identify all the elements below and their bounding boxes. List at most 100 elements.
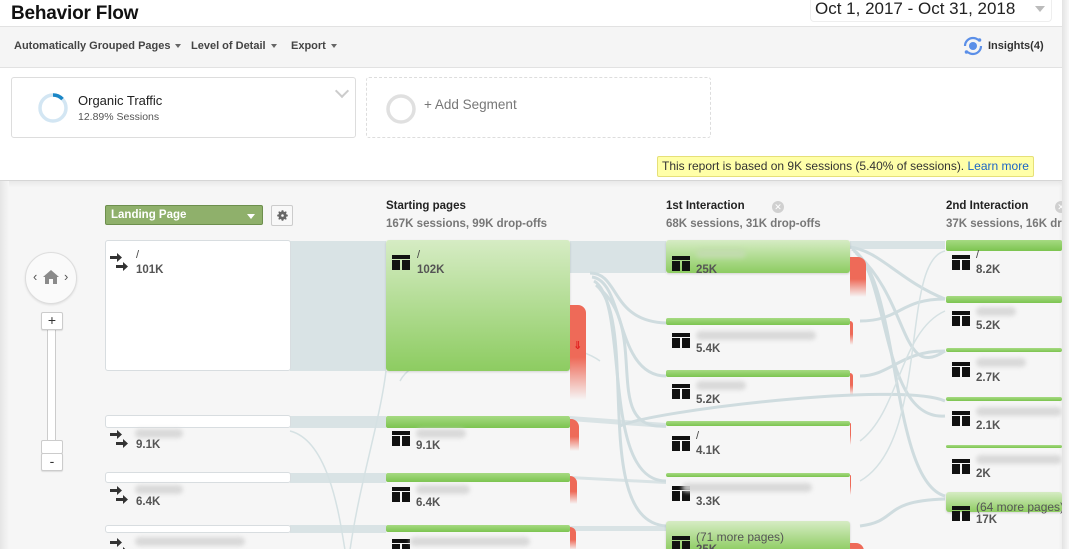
link-curve [859, 497, 946, 528]
starting-page-node[interactable] [386, 473, 570, 482]
page-title: Behavior Flow [11, 3, 139, 24]
interaction-1-value: 25K [696, 264, 718, 276]
landing-arrows-icon [110, 486, 128, 504]
redacted-page-name [416, 485, 470, 494]
segment-menu-chevron-icon[interactable] [334, 83, 350, 99]
toolbar: Automatically Grouped Pages Level of Det… [0, 26, 1062, 68]
dropoff-bar[interactable] [850, 373, 853, 395]
grouping-menu[interactable]: Automatically Grouped Pages [14, 40, 182, 52]
page-icon [672, 436, 690, 451]
interaction-2-node[interactable] [946, 348, 1062, 352]
link-start-to-int1-6 [570, 526, 666, 531]
dropoff-bar[interactable] [850, 475, 851, 495]
landing-node[interactable] [105, 415, 291, 428]
starting-page-value: 9.1K [416, 440, 441, 452]
interaction-1-node[interactable] [666, 473, 850, 477]
redacted-page-name [416, 429, 466, 438]
dropoff-bar[interactable] [570, 305, 586, 400]
redacted-page-name [135, 429, 183, 438]
page-icon [952, 255, 970, 270]
dropoff-bar[interactable] [570, 419, 579, 451]
interaction-1-node[interactable] [666, 240, 850, 273]
chevron-down-icon [247, 214, 255, 219]
redacted-page-name [976, 307, 1016, 316]
zoom-out-button[interactable]: - [41, 453, 63, 471]
interaction-2-value: 2.1K [976, 420, 1001, 432]
link-landing-to-start-1 [290, 241, 386, 371]
dimension-select[interactable]: Landing Page [105, 205, 263, 225]
interaction-2-value: 8.2K [976, 264, 1001, 276]
starting-page-value: 102K [417, 264, 445, 276]
interaction-2-value: 5.2K [976, 320, 1001, 332]
column-title-1st-interaction: 1st Interaction [666, 200, 745, 212]
starting-page-node[interactable] [386, 416, 570, 428]
landing-arrows-icon [110, 430, 128, 448]
interaction-2-node[interactable] [946, 240, 1062, 251]
dropoff-bar[interactable] [850, 321, 853, 345]
learn-more-link[interactable]: Learn more [968, 159, 1029, 173]
close-column-icon[interactable]: ✕ [1055, 201, 1062, 213]
page-icon [952, 411, 970, 426]
link-curve [859, 349, 946, 378]
chevron-down-icon [330, 44, 337, 49]
starting-page-node[interactable] [386, 525, 570, 532]
link-curve [859, 297, 946, 323]
pan-control[interactable]: ‹ › [25, 252, 77, 304]
starting-page-name: / [417, 249, 421, 261]
page-icon [672, 536, 690, 549]
gear-icon [276, 210, 288, 221]
chevron-down-icon [270, 44, 277, 49]
landing-node-value: 6.4K [136, 496, 161, 508]
page-icon [952, 362, 970, 377]
interaction-2-node[interactable] [946, 445, 1062, 448]
starting-page-node[interactable] [386, 240, 570, 371]
zoom-in-button[interactable]: + [41, 312, 63, 330]
add-segment-button[interactable]: + Add Segment [366, 77, 711, 138]
landing-node[interactable] [105, 525, 291, 533]
redacted-page-name [696, 381, 746, 390]
link-int1-to-int2-1 [850, 241, 945, 249]
landing-node[interactable] [105, 472, 291, 483]
dropoff-bar[interactable] [850, 257, 866, 297]
pan-right-button[interactable]: › [64, 269, 68, 284]
interaction-2-node[interactable] [946, 397, 1062, 401]
export-menu[interactable]: Export [291, 40, 337, 52]
flow-canvas[interactable]: Landing Page Starting pages 167K session… [0, 180, 1062, 549]
add-segment-label: + Add Segment [424, 97, 517, 112]
redacted-page-name [135, 485, 183, 494]
interaction-2-value: 2K [976, 468, 991, 480]
redacted-page-name [135, 537, 245, 546]
interaction-1-node[interactable] [666, 421, 850, 426]
redacted-page-name [696, 249, 746, 258]
level-of-detail-menu[interactable]: Level of Detail [191, 40, 277, 52]
zoom-slider-handle[interactable] [41, 440, 63, 454]
column-title-2nd-interaction: 2nd Interaction [946, 200, 1029, 212]
home-icon[interactable] [43, 270, 59, 284]
interaction-2-value: 17K [976, 514, 998, 526]
landing-node[interactable] [105, 240, 291, 371]
level-of-detail-label: Level of Detail [191, 40, 266, 52]
interaction-2-more-pages: (64 more pages) [976, 500, 1062, 514]
interaction-1-node[interactable] [666, 370, 850, 377]
interaction-1-node[interactable] [666, 318, 850, 325]
interaction-1-name: / [696, 430, 700, 442]
redacted-page-name [696, 331, 816, 340]
interaction-1-value: 3.3K [696, 496, 721, 508]
segment-organic-traffic[interactable]: Organic Traffic 12.89% Sessions [11, 77, 356, 138]
link-curve [349, 370, 387, 549]
date-range-picker[interactable]: Oct 1, 2017 - Oct 31, 2018 [810, 0, 1052, 22]
dimension-settings-button[interactable] [271, 205, 293, 226]
dropoff-bar[interactable] [850, 423, 851, 445]
landing-node-name: / [136, 249, 140, 261]
close-column-icon[interactable]: ✕ [772, 201, 784, 213]
link-start-to-int1-1 [570, 241, 666, 273]
zoom-slider-track[interactable] [47, 321, 56, 451]
empty-segment-ring-icon [386, 94, 416, 124]
interaction-2-node[interactable] [946, 296, 1062, 303]
pan-left-button[interactable]: ‹ [33, 269, 37, 284]
dropoff-bar[interactable] [570, 476, 577, 504]
insights-button[interactable]: Insights(4) [962, 35, 1044, 57]
dropoff-bar[interactable] [570, 527, 576, 549]
scrollbar-edge [1062, 0, 1069, 549]
interaction-1-value: 4.1K [696, 445, 721, 457]
